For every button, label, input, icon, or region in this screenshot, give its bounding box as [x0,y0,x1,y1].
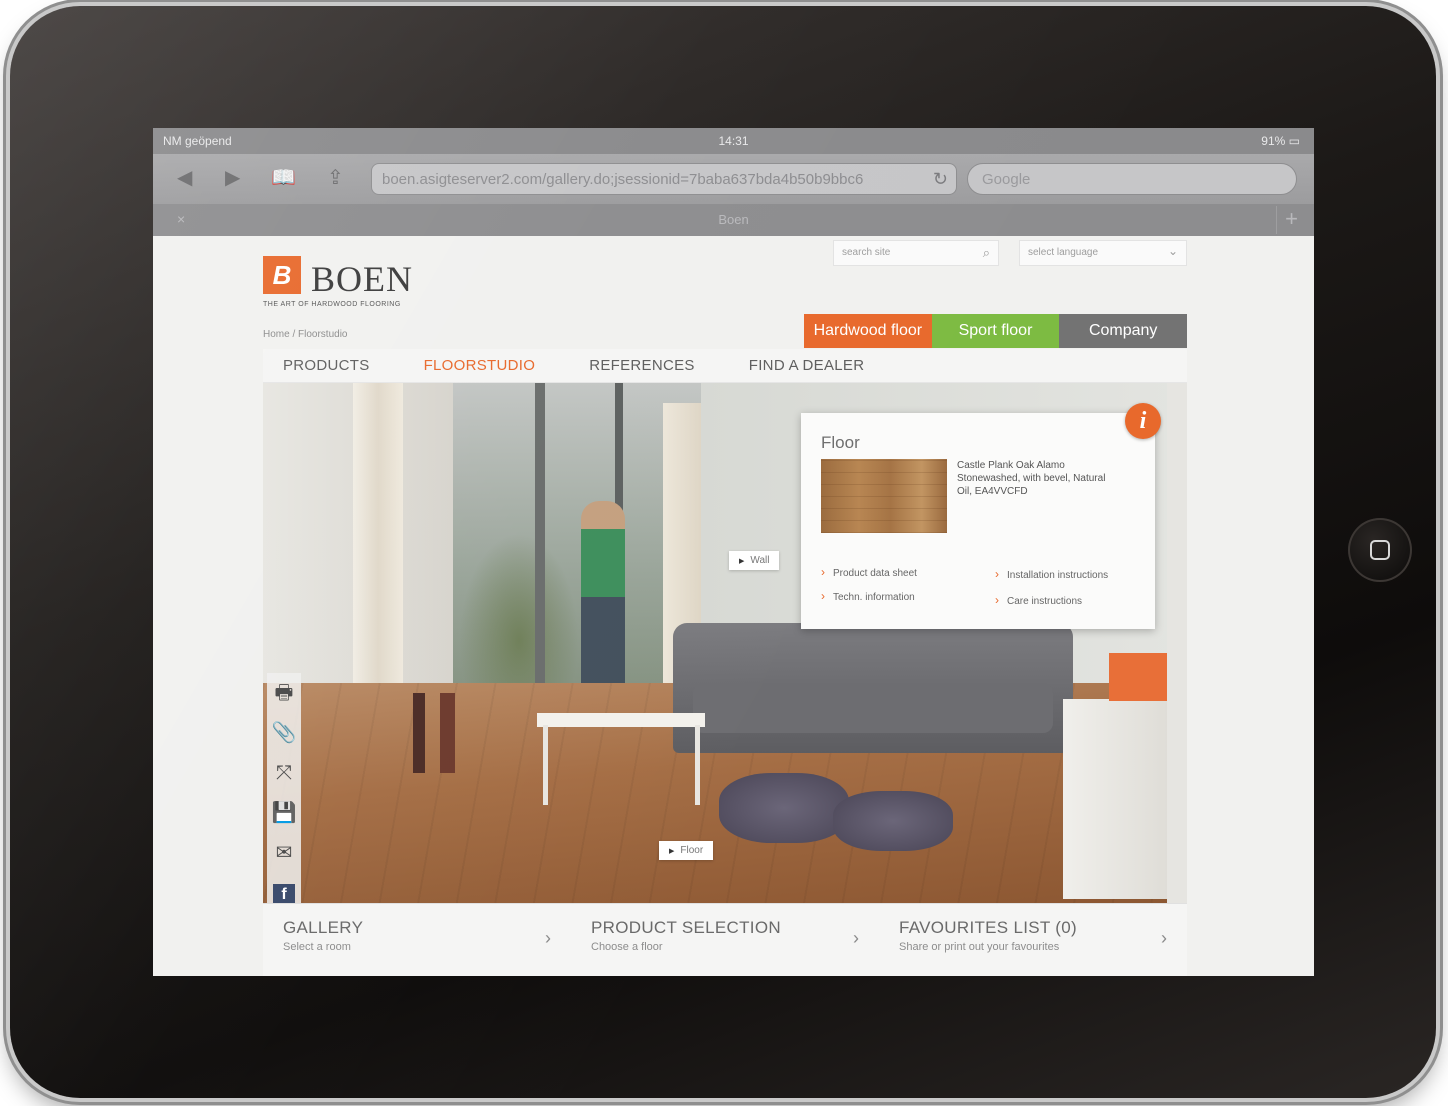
product-data-sheet-link[interactable]: › Product data sheet [821,565,917,579]
info-icon[interactable]: i [1125,403,1161,439]
gallery-button[interactable]: GALLERY Select a room › [263,904,571,976]
new-tab-button[interactable]: + [1276,206,1306,234]
nav-references[interactable]: REFERENCES [589,357,695,374]
product-description: Castle Plank Oak Alamo Stonewashed, with… [957,460,1106,497]
room-scene[interactable]: 🖶 📎 ⤧ 💾 ✉ f ▶ Wall ▶ Floor Floor Castle Pl [263,383,1187,903]
back-arrow-icon[interactable]: ◀ [177,166,192,190]
favourites-title: FAVOURITES LIST (0) [899,918,1077,937]
book-icon[interactable]: 📖 [271,166,296,190]
site-search-placeholder: search site [842,247,891,258]
floor-hotspot[interactable]: ▶ Floor [659,841,714,860]
logo-tagline: THE ART OF HARDWOOD FLOORING [263,301,401,308]
favourites-list-button[interactable]: FAVOURITES LIST (0) Share or print out y… [879,904,1187,976]
ipad-device: NM geöpend 14:31 91% ▭ ◀ ▶ 📖 ⇪ boen.asig… [10,6,1436,1098]
chevron-right-icon: › [853,928,859,948]
wall-hotspot[interactable]: ▶ Wall [729,551,780,570]
product-selection-button[interactable]: PRODUCT SELECTION Choose a floor › [571,904,879,976]
tool-bar: 🖶 📎 ⤧ 💾 ✉ f [267,673,301,903]
tab-hardwood-floor[interactable]: Hardwood floor [804,314,932,348]
nav-floorstudio[interactable]: FLOORSTUDIO [424,357,536,374]
breadcrumb[interactable]: Home / Floorstudio [263,329,347,340]
floor-swatch[interactable] [821,459,947,533]
installation-instructions-link[interactable]: › Installation instructions [995,567,1108,581]
share-icon[interactable]: ⇪ [327,166,344,190]
gallery-subtitle: Select a room [283,941,351,953]
logo-wordmark[interactable]: BOEN [311,258,413,300]
search-bar[interactable]: Google [967,163,1297,195]
product-selection-subtitle: Choose a floor [591,941,663,953]
site-search-input[interactable]: search site ⌕ [833,240,999,266]
play-arrow-icon: ▶ [739,558,745,565]
tab-sport-floor[interactable]: Sport floor [931,314,1060,348]
boen-logo-icon[interactable]: B [263,256,301,294]
url-text: boen.asigteserver2.com/gallery.do;jsessi… [382,171,864,188]
save-icon[interactable]: 💾 [267,793,301,833]
segment-tabs: Hardwood floor Sport floor Company [804,314,1188,348]
screen: NM geöpend 14:31 91% ▭ ◀ ▶ 📖 ⇪ boen.asig… [153,128,1314,976]
gallery-title: GALLERY [283,918,364,937]
nav-find-a-dealer[interactable]: FIND A DEALER [749,357,865,374]
chevron-right-icon: › [995,567,999,581]
chevron-right-icon: › [1161,928,1167,948]
fullscreen-icon[interactable]: ⤧ [267,753,301,793]
reload-icon[interactable]: ↻ [933,169,948,190]
main-nav: PRODUCTS FLOORSTUDIO REFERENCES FIND A D… [263,349,1187,383]
boen-site: B BOEN THE ART OF HARDWOOD FLOORING Home… [263,236,1188,976]
search-icon[interactable]: ⌕ [983,245,990,261]
clock: 14:31 [718,134,749,148]
play-arrow-icon: ▶ [669,848,675,855]
printer-icon[interactable]: 🖶 [267,673,301,713]
safari-toolbar: ◀ ▶ 📖 ⇪ boen.asigteserver2.com/gallery.d… [153,154,1314,204]
chevron-right-icon: › [995,593,999,607]
paperclip-icon[interactable]: 📎 [267,713,301,753]
chevron-down-icon: ⌄ [1167,244,1178,258]
info-panel-title: Floor [821,433,860,452]
tab-company[interactable]: Company [1059,314,1188,348]
tab-bar: × Boen + [153,204,1314,236]
product-info-panel: Floor Castle Plank Oak Alamo Stonewashed… [801,413,1155,629]
status-bar: NM geöpend 14:31 91% ▭ [153,128,1314,154]
bottom-nav: GALLERY Select a room › PRODUCT SELECTIO… [263,903,1187,976]
techn-information-link[interactable]: › Techn. information [821,589,915,603]
tab-title[interactable]: Boen [153,212,1314,227]
care-instructions-link[interactable]: › Care instructions [995,593,1082,607]
url-bar[interactable]: boen.asigteserver2.com/gallery.do;jsessi… [371,163,957,195]
chevron-right-icon: › [821,589,825,603]
chevron-right-icon: › [821,565,825,579]
forward-arrow-icon[interactable]: ▶ [225,166,240,190]
language-select[interactable]: select language ⌄ [1019,240,1187,266]
language-placeholder: select language [1028,247,1099,258]
search-bar-placeholder: Google [982,171,1031,188]
favourites-subtitle: Share or print out your favourites [899,941,1060,953]
home-button[interactable] [1348,518,1412,582]
email-icon[interactable]: ✉ [267,833,301,873]
battery-indicator: 91% ▭ [1261,134,1300,148]
nav-products[interactable]: PRODUCTS [283,357,370,374]
product-selection-title: PRODUCT SELECTION [591,918,781,937]
facebook-icon[interactable]: f [267,873,301,903]
chevron-right-icon: › [545,928,551,948]
